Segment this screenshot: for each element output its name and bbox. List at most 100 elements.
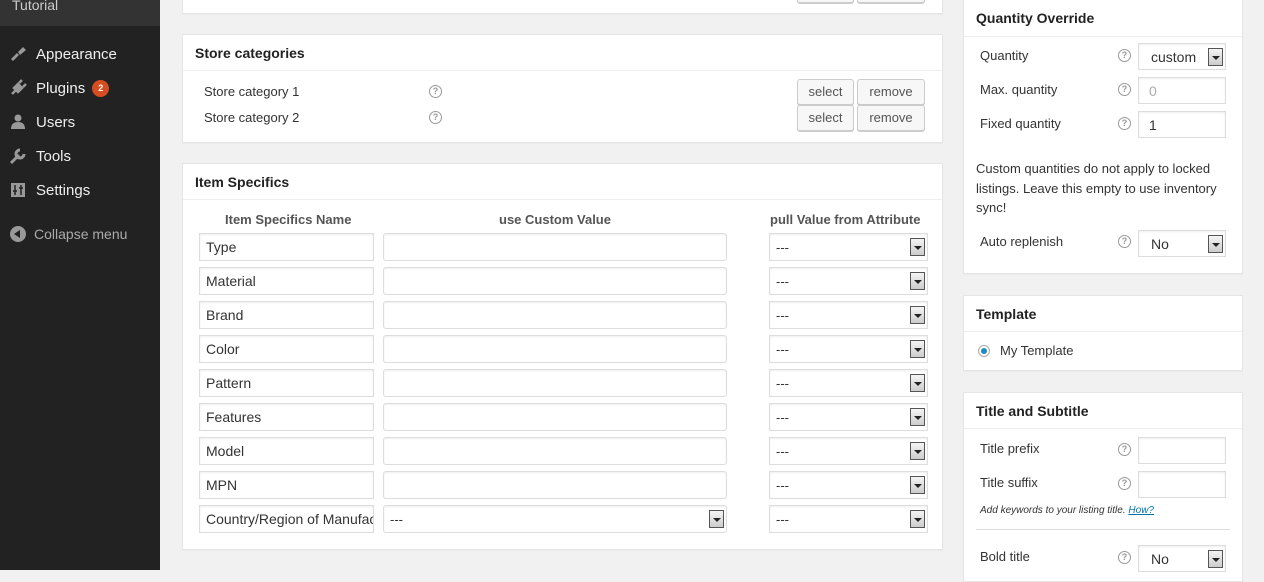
item-specific-name-input[interactable]: MPN <box>199 471 374 499</box>
collapse-menu-button[interactable]: Collapse menu <box>0 217 160 251</box>
custom-value-input[interactable] <box>383 267 727 295</box>
column-header-name: Item Specifics Name <box>225 212 352 227</box>
help-icon[interactable]: ? <box>1118 477 1131 490</box>
attribute-select-value: --- <box>776 443 789 459</box>
how-link[interactable]: How? <box>1128 505 1154 516</box>
attribute-select[interactable]: --- <box>769 437 928 465</box>
item-specific-name-input[interactable]: Material <box>199 267 374 295</box>
dropdown-arrow-icon <box>910 476 925 494</box>
help-icon[interactable]: ? <box>1118 117 1131 130</box>
dropdown-arrow-icon <box>910 272 925 290</box>
store-category-label: Store category 2 <box>204 110 300 125</box>
sidebar-item-users[interactable]: Users <box>0 105 160 139</box>
attribute-select[interactable]: --- <box>769 471 928 499</box>
store-categories-box: Store categories Store category 1 ? sele… <box>182 34 943 143</box>
custom-value-input[interactable] <box>383 471 727 499</box>
select-button-partial[interactable] <box>797 0 854 3</box>
collapse-arrow-icon <box>10 226 26 242</box>
item-specific-name-input[interactable]: Model <box>199 437 374 465</box>
item-specifics-box: Item Specifics Item Specifics Name use C… <box>182 163 943 550</box>
quantity-select-value: custom <box>1151 48 1197 65</box>
title-suffix-input[interactable] <box>1138 471 1226 498</box>
item-specific-name-input[interactable]: Brand <box>199 301 374 329</box>
item-specific-name-input[interactable]: Type <box>199 233 374 261</box>
dropdown-arrow-icon <box>709 510 724 528</box>
column-header-custom-value: use Custom Value <box>499 212 611 227</box>
auto-replenish-label: Auto replenish <box>980 234 1064 249</box>
divider <box>976 529 1230 530</box>
remove-button-partial[interactable] <box>857 0 925 3</box>
select-store-category-2-button[interactable]: select <box>797 105 854 131</box>
custom-value-select[interactable]: --- <box>383 505 727 533</box>
max-quantity-input[interactable]: 0 <box>1138 77 1226 104</box>
auto-replenish-value: No <box>1151 235 1169 252</box>
collapse-menu-label: Collapse menu <box>34 226 128 242</box>
attribute-select[interactable]: --- <box>769 369 928 397</box>
paintbrush-icon <box>9 45 27 63</box>
store-category-label: Store category 1 <box>204 84 300 99</box>
custom-value-select-value: --- <box>390 511 403 527</box>
template-option-label[interactable]: My Template <box>1000 343 1073 358</box>
previous-section-box <box>182 0 943 14</box>
help-icon[interactable]: ? <box>1118 83 1131 96</box>
attribute-select[interactable]: --- <box>769 267 928 295</box>
dropdown-arrow-icon <box>910 238 925 256</box>
item-specific-name-input[interactable]: Pattern <box>199 369 374 397</box>
attribute-select-value: --- <box>776 511 789 527</box>
attribute-select[interactable]: --- <box>769 335 928 363</box>
title-subtitle-box: Title and Subtitle Title prefix ? Title … <box>963 392 1243 582</box>
plugin-icon <box>9 79 27 97</box>
sidebar-item-settings[interactable]: Settings <box>0 173 160 207</box>
template-radio[interactable] <box>978 345 990 357</box>
site-name[interactable]: Tutorial <box>0 0 160 26</box>
item-specifics-title: Item Specifics <box>183 164 942 200</box>
help-icon[interactable]: ? <box>1118 49 1131 62</box>
sidebar-item-tools[interactable]: Tools <box>0 139 160 173</box>
help-icon[interactable]: ? <box>1118 551 1131 564</box>
item-specific-name-input[interactable]: Color <box>199 335 374 363</box>
auto-replenish-select[interactable]: No <box>1138 230 1226 257</box>
sidebar-item-appearance[interactable]: Appearance <box>0 37 160 71</box>
attribute-select[interactable]: --- <box>769 505 928 533</box>
dropdown-arrow-icon <box>910 340 925 358</box>
remove-store-category-2-button[interactable]: remove <box>857 105 925 131</box>
item-specific-name-input[interactable]: Features <box>199 403 374 431</box>
help-icon[interactable]: ? <box>1118 235 1131 248</box>
remove-store-category-1-button[interactable]: remove <box>857 79 925 105</box>
custom-value-input[interactable] <box>383 335 727 363</box>
admin-sidebar: Tutorial Appearance Plugins 2 Users Tool… <box>0 0 160 570</box>
dropdown-arrow-icon <box>910 374 925 392</box>
bold-title-label: Bold title <box>980 549 1030 564</box>
update-count-badge: 2 <box>92 79 110 97</box>
store-categories-title: Store categories <box>183 35 942 71</box>
template-title: Template <box>964 296 1242 332</box>
dropdown-arrow-icon <box>910 442 925 460</box>
title-hint: Add keywords to your listing title. How? <box>980 505 1154 516</box>
custom-value-input[interactable] <box>383 437 727 465</box>
attribute-select[interactable]: --- <box>769 301 928 329</box>
quantity-select[interactable]: custom <box>1138 43 1226 70</box>
dropdown-arrow-icon <box>1208 549 1223 568</box>
help-icon[interactable]: ? <box>429 111 442 124</box>
max-quantity-label: Max. quantity <box>980 82 1058 97</box>
custom-value-input[interactable] <box>383 233 727 261</box>
quantity-override-box: Quantity Override Quantity ? custom Max.… <box>963 0 1243 274</box>
custom-value-input[interactable] <box>383 369 727 397</box>
dropdown-arrow-icon <box>910 306 925 324</box>
custom-value-input[interactable] <box>383 301 727 329</box>
bold-title-select[interactable]: No <box>1138 545 1226 572</box>
help-icon[interactable]: ? <box>429 85 442 98</box>
fixed-quantity-label: Fixed quantity <box>980 116 1061 131</box>
bold-title-value: No <box>1151 550 1169 567</box>
item-specific-name-input[interactable]: Country/Region of Manufacture <box>199 505 374 533</box>
title-subtitle-title: Title and Subtitle <box>964 393 1242 429</box>
help-icon[interactable]: ? <box>1118 443 1131 456</box>
dropdown-arrow-icon <box>910 510 925 528</box>
title-prefix-input[interactable] <box>1138 437 1226 464</box>
custom-value-input[interactable] <box>383 403 727 431</box>
sidebar-item-plugins[interactable]: Plugins 2 <box>0 71 160 105</box>
attribute-select[interactable]: --- <box>769 233 928 261</box>
fixed-quantity-input[interactable]: 1 <box>1138 111 1226 138</box>
select-store-category-1-button[interactable]: select <box>797 79 854 105</box>
attribute-select[interactable]: --- <box>769 403 928 431</box>
